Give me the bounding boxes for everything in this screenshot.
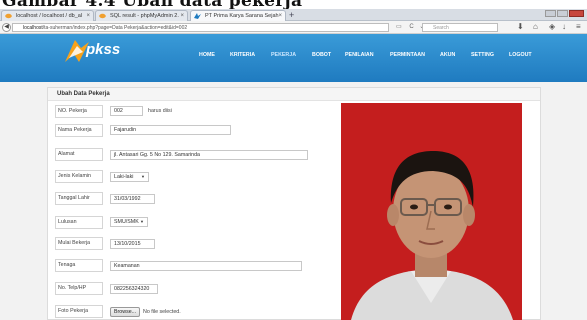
address-bar[interactable]: localhost/ta-suherman/index.php?page=Dat…: [12, 23, 389, 32]
nama-label: Nama Pekerja: [55, 124, 103, 137]
nama-input[interactable]: Fajarudin: [110, 125, 231, 135]
caption-text: Gambar 4.4 Ubah data pekerja: [2, 0, 302, 9]
search-input[interactable]: Search: [422, 23, 498, 32]
back-icon[interactable]: ◀: [2, 23, 11, 32]
no-pekerja-label: NO. Pekerja: [55, 105, 103, 118]
download-icon[interactable]: ⬇: [517, 22, 524, 31]
phpmyadmin-icon: [5, 13, 12, 19]
jenis-kelamin-select[interactable]: Laki-laki ▼: [110, 172, 149, 182]
shield-icon[interactable]: ◈: [549, 22, 555, 31]
lulusan-label: Lulusan: [55, 216, 103, 229]
browse-button[interactable]: Browse...: [110, 307, 141, 317]
no-pekerja-input[interactable]: 002: [110, 106, 143, 116]
tenaga-label: Tenaga: [55, 259, 103, 272]
new-tab-button[interactable]: +: [289, 10, 294, 20]
menu-logout[interactable]: LOGOUT: [509, 52, 532, 58]
foto-label: Foto Pekerja: [55, 305, 103, 318]
url-bar-icons: ▭ C ⌄: [396, 23, 424, 30]
menu-permintaan[interactable]: PERMINTAAN: [390, 52, 425, 58]
chevron-down-icon: ▼: [140, 219, 144, 224]
file-status: No file selected.: [143, 309, 181, 315]
logo-text[interactable]: pkss: [86, 41, 120, 58]
close-window-icon[interactable]: [569, 10, 584, 17]
lulusan-select[interactable]: SMU/SMK ▼: [110, 217, 148, 227]
telp-input[interactable]: 082256324320: [110, 284, 158, 294]
phpmyadmin-icon: [99, 13, 106, 19]
close-tab-icon[interactable]: ×: [278, 11, 282, 21]
worker-portrait-image: [341, 103, 522, 320]
browser-tab-pkss[interactable]: PT Prima Karya Sarana Sejah ×: [190, 10, 286, 21]
browser-tab-bar: localhost / localhost / db_al × SQL resu…: [0, 9, 587, 21]
menu-akun[interactable]: AKUN: [440, 52, 455, 58]
browser-tab-sql-result[interactable]: SQL result - phpMyAdmin 2. ×: [95, 10, 188, 21]
alamat-label: Alamat: [55, 148, 103, 161]
no-pekerja-hint: harus diisi: [148, 108, 172, 114]
reload-icon[interactable]: C: [409, 24, 413, 30]
tanggal-lahir-label: Tanggal Lahir: [55, 192, 103, 205]
menu-penilaian[interactable]: PENILAIAN: [345, 52, 374, 58]
menu-home[interactable]: HOME: [199, 52, 215, 58]
maximize-icon[interactable]: [557, 10, 568, 17]
panel-title: Ubah Data Pekerja: [48, 88, 540, 101]
telp-label: No. Telp/HP: [55, 282, 103, 295]
minimize-icon[interactable]: [545, 10, 556, 17]
tanggal-lahir-input[interactable]: 31/03/1992: [110, 194, 155, 204]
home-icon[interactable]: ⌂: [533, 22, 538, 31]
jenis-kelamin-label: Jenis Kelamin: [55, 170, 103, 183]
tenaga-input[interactable]: Keamanan: [110, 261, 302, 271]
sync-icon[interactable]: ↓: [562, 22, 566, 31]
close-tab-icon[interactable]: ×: [86, 11, 90, 21]
chevron-down-icon: ▼: [141, 174, 145, 179]
browser-nav-bar: ◀ localhost/ta-suherman/index.php?page=D…: [0, 21, 587, 34]
mulai-bekerja-input[interactable]: 13/10/2015: [110, 239, 155, 249]
site-header: pkss HOME KRITERIA PEKERJA BOBOT PENILAI…: [0, 34, 587, 82]
reader-icon[interactable]: ▭: [396, 24, 402, 30]
menu-bobot[interactable]: BOBOT: [312, 52, 331, 58]
close-tab-icon[interactable]: ×: [180, 11, 184, 21]
menu-setting[interactable]: SETTING: [471, 52, 494, 58]
worker-photo: [341, 103, 522, 320]
mulai-bekerja-label: Mulai Bekerja: [55, 237, 103, 250]
menu-kriteria[interactable]: KRITERIA: [230, 52, 255, 58]
alamat-input[interactable]: jl. Antasari Gg. 5 No 129. Samarinda: [110, 150, 308, 160]
window-controls: [545, 10, 585, 18]
browser-tab-phpmyadmin[interactable]: localhost / localhost / db_al ×: [1, 10, 94, 21]
menu-pekerja[interactable]: PEKERJA: [271, 52, 296, 58]
menu-icon[interactable]: ≡: [576, 22, 581, 31]
pkss-favicon-icon: [194, 13, 201, 19]
document-caption: Gambar 4.4 Ubah data pekerja: [0, 0, 587, 9]
